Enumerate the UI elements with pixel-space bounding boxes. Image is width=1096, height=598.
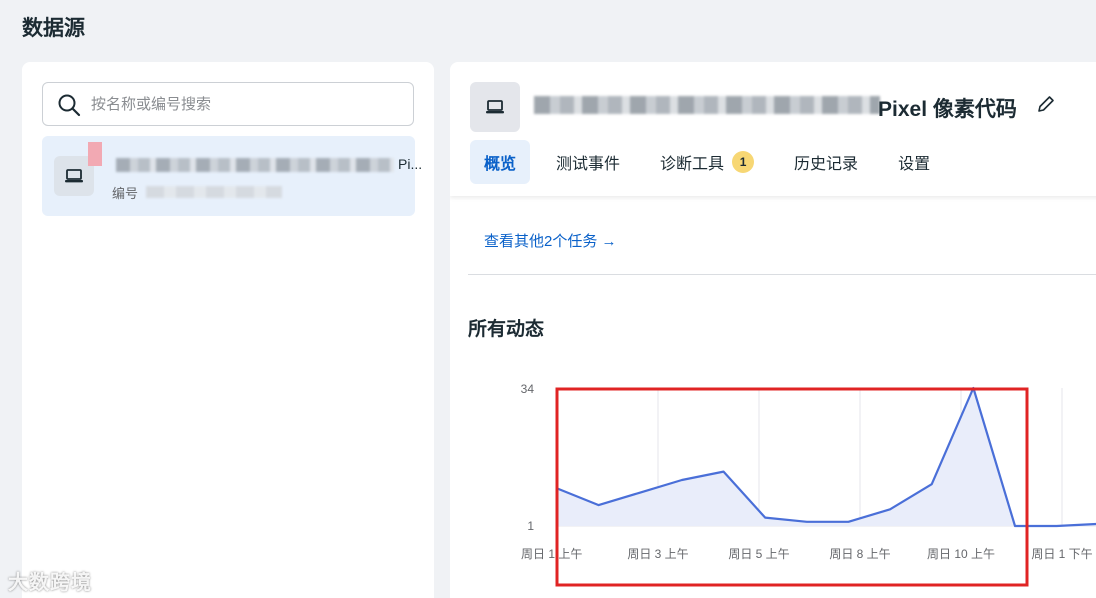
arrow-right-icon: → — [601, 233, 617, 250]
x-tick-label: 周日 3 上午 — [627, 547, 688, 561]
search-input[interactable] — [91, 89, 401, 119]
tab-diagnostics[interactable]: 诊断工具 1 — [646, 140, 768, 184]
redacted-source-name — [116, 158, 394, 172]
series-area — [557, 388, 1096, 526]
search-icon — [58, 94, 81, 117]
tab-overview[interactable]: 概览 — [470, 140, 531, 184]
source-list-item[interactable]: Pi... 编号 — [42, 136, 422, 216]
redacted-mark — [88, 142, 102, 166]
activity-chart: 34 1 周日 1 上午 周日 3 上午 周日 5 上午 周日 8 上午 周日 10 上午 周… — [521, 382, 1096, 587]
tab-label: 历史记录 — [794, 156, 859, 173]
page-title: 数据源 — [22, 17, 85, 40]
source-name-suffix: Pi... — [398, 156, 423, 172]
x-tick-label: 周日 5 上午 — [728, 547, 789, 561]
diagnostics-badge: 1 — [732, 151, 755, 173]
x-tick-label: 周日 10 上午 — [927, 547, 995, 561]
view-other-tasks-link[interactable]: 查看其他2个任务 → — [484, 230, 617, 251]
tab-label: 诊断工具 — [660, 156, 725, 173]
tab-test-events[interactable]: 测试事件 — [542, 140, 634, 184]
pencil-icon[interactable] — [1035, 93, 1057, 115]
x-tick-label: 周日 1 上午 — [521, 547, 582, 561]
tab-history[interactable]: 历史记录 — [780, 140, 872, 184]
tab-settings[interactable]: 设置 — [884, 140, 944, 184]
link-text: 查看其他2个任务 — [484, 233, 598, 250]
x-tick-label: 周日 1 下午 — [1031, 547, 1092, 561]
tab-label: 设置 — [898, 156, 931, 173]
detail-tabs: 概览 测试事件 诊断工具 1 历史记录 设置 — [470, 140, 956, 184]
tab-label: 概览 — [484, 156, 517, 173]
search-box[interactable] — [42, 82, 414, 126]
pixel-title: Pixel 像素代码 — [878, 98, 1017, 121]
y-tick-label: 1 — [527, 519, 534, 533]
detail-header: Pixel 像素代码 概览 测试事件 诊断工具 1 历史记录 设置 — [450, 62, 1096, 196]
redacted-pixel-name — [534, 96, 880, 114]
x-tick-label: 周日 8 上午 — [829, 547, 890, 561]
y-tick-label: 34 — [521, 382, 535, 396]
laptop-icon — [65, 169, 83, 183]
watermark: 大数跨境 — [8, 572, 92, 594]
divider — [468, 274, 1096, 275]
redacted-source-id — [146, 186, 282, 198]
source-id-label: 编号 — [112, 186, 139, 201]
laptop-icon — [486, 100, 504, 114]
tab-label: 测试事件 — [556, 156, 621, 173]
section-title: 所有动态 — [468, 319, 545, 340]
pixel-thumbnail — [470, 82, 520, 132]
source-list-panel: Pi... 编号 — [22, 62, 434, 598]
